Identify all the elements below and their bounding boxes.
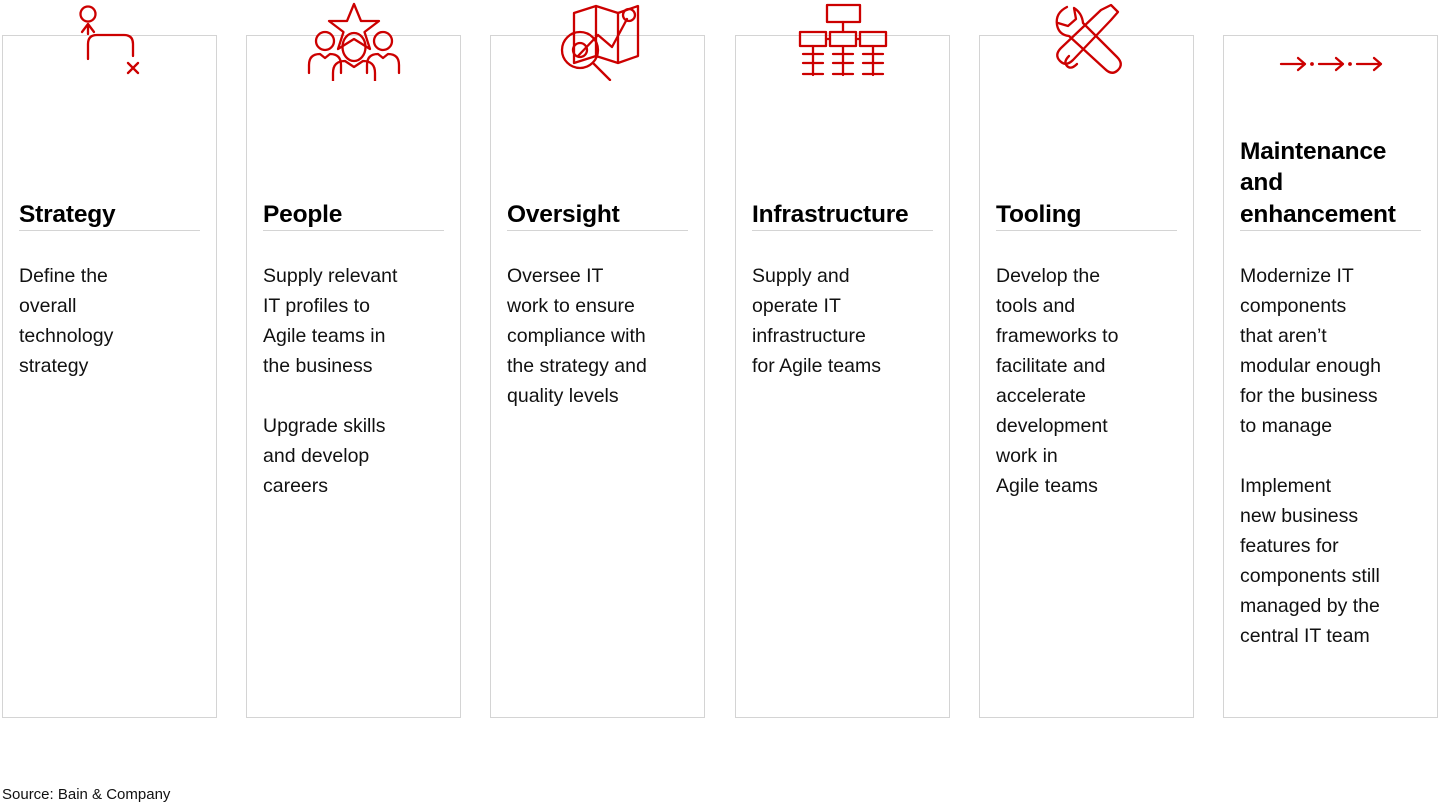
card-title-zone: Strategy <box>19 36 200 230</box>
card-body: Supply and operate IT infrastructure for… <box>752 261 939 381</box>
card-title-zone: People <box>263 36 444 230</box>
capability-card-infrastructure: Infrastructure Supply and operate IT infr… <box>735 3 950 718</box>
source-note: Source: Bain & Company <box>2 786 171 803</box>
card-divider <box>19 230 200 231</box>
card-paragraph: Upgrade skills and develop careers <box>263 415 386 497</box>
slide-canvas: Strategy Define the overall technology st… <box>0 0 1440 810</box>
card-body: Oversee IT work to ensure compliance wit… <box>507 261 694 411</box>
card-title: Strategy <box>19 200 116 228</box>
card-title-zone: Tooling <box>996 36 1177 230</box>
capability-card-strategy: Strategy Define the overall technology st… <box>2 5 217 718</box>
card-body: Define the overall technology strategy <box>19 261 206 381</box>
card-title-zone: Infrastructure <box>752 36 933 230</box>
capability-card-oversight: Oversight Oversee IT work to ensure compl… <box>490 4 705 718</box>
capability-card-maintenance-and-enhancement: Maintenance and enhancement Modernize IT … <box>1223 35 1438 718</box>
card-title-zone: Maintenance and enhancement <box>1240 36 1421 230</box>
card-divider <box>752 230 933 231</box>
card-title: Infrastructure <box>752 200 909 228</box>
card-divider <box>507 230 688 231</box>
card-paragraph: Define the overall technology strategy <box>19 265 114 377</box>
card-divider <box>1240 230 1421 231</box>
card-paragraph: Oversee IT work to ensure compliance wit… <box>507 265 647 407</box>
card-divider <box>996 230 1177 231</box>
card-paragraph: Modernize IT components that aren’t modu… <box>1240 265 1381 437</box>
card-body: Develop the tools and frameworks to faci… <box>996 261 1183 501</box>
capability-card-row: Strategy Define the overall technology st… <box>0 2 1440 718</box>
card-title: Tooling <box>996 200 1082 228</box>
card-body: Supply relevant IT profiles to Agile tea… <box>263 261 450 501</box>
card-paragraph: Supply and operate IT infrastructure for… <box>752 265 881 377</box>
card-title-zone: Oversight <box>507 36 688 230</box>
card-divider <box>263 230 444 231</box>
card-paragraph: Supply relevant IT profiles to Agile tea… <box>263 265 398 377</box>
card-title: Oversight <box>507 200 620 228</box>
card-body: Modernize IT components that aren’t modu… <box>1240 261 1427 651</box>
card-paragraph: Develop the tools and frameworks to faci… <box>996 265 1119 497</box>
card-paragraph: Implement new business features for comp… <box>1240 475 1380 647</box>
capability-card-tooling: Tooling Develop the tools and frameworks … <box>979 3 1194 718</box>
card-title: Maintenance and enhancement <box>1240 137 1396 228</box>
card-title: People <box>263 200 343 228</box>
capability-card-people: People Supply relevant IT profiles to Agi… <box>246 2 461 718</box>
